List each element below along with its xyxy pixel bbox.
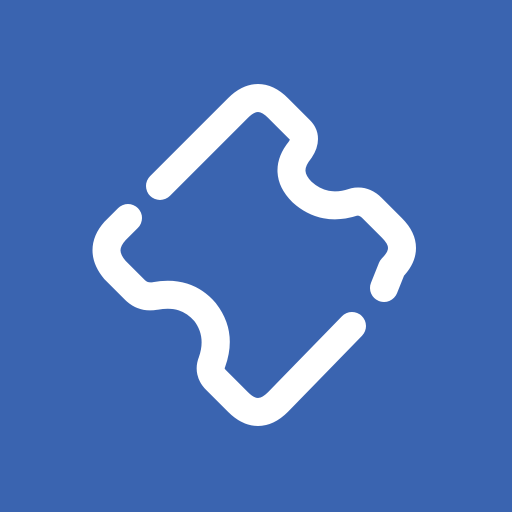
app-icon-tile — [0, 0, 512, 512]
ticket-upper-stroke — [146, 84, 416, 302]
ticket-icon — [92, 84, 416, 426]
ticket-lower-stroke — [92, 204, 366, 426]
